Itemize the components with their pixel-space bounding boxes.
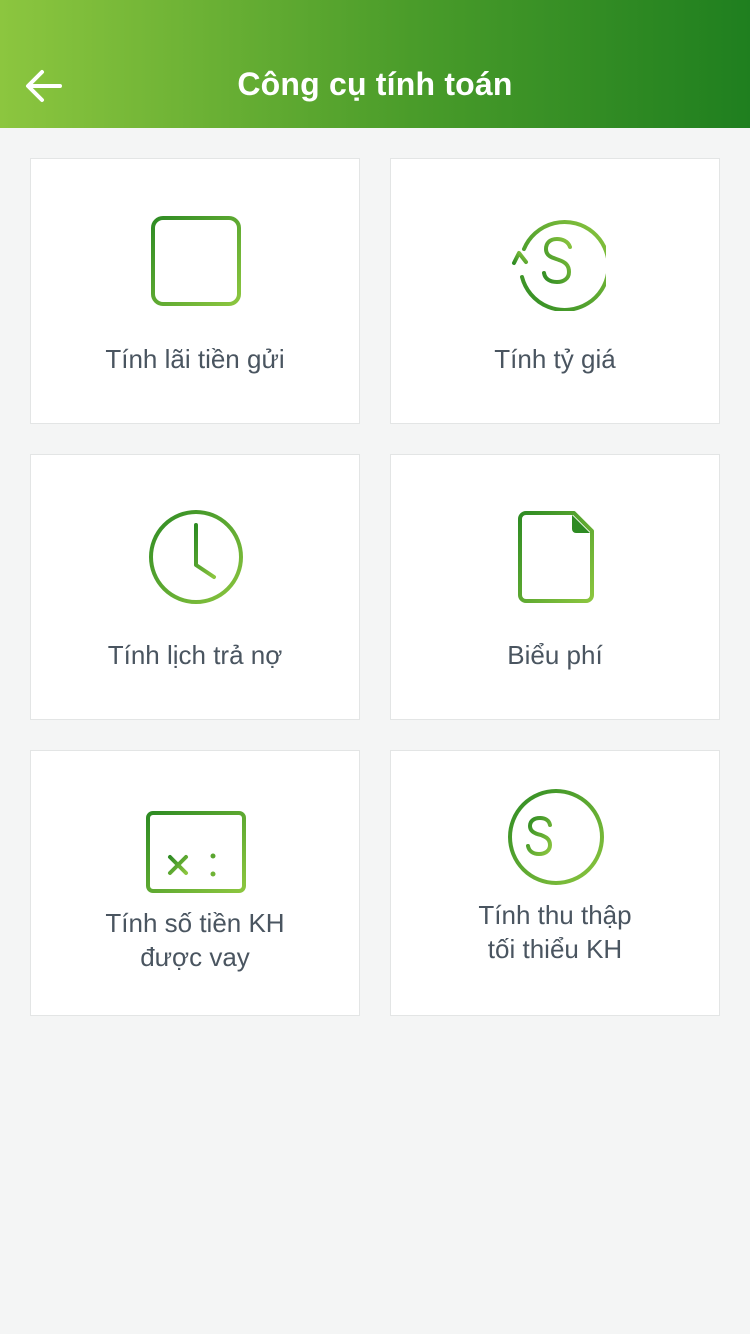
tile-fee-schedule[interactable]: Biểu phí xyxy=(390,454,720,720)
tile-exchange-rate[interactable]: Tính tỷ giá xyxy=(390,158,720,424)
tile-label-line-1: Tính số tiền KH xyxy=(105,908,285,938)
tile-minimum-income[interactable]: Tính thu thập tối thiểu KH xyxy=(390,750,720,1016)
tile-label-line-2: được vay xyxy=(140,942,250,972)
tile-label: Biểu phí xyxy=(507,640,603,670)
tile-loan-amount[interactable]: Tính số tiền KH được vay xyxy=(30,750,360,1016)
tile-label: Tính lãi tiền gửi xyxy=(105,344,285,374)
calendar-icon xyxy=(151,216,241,306)
tile-label-line-2: tối thiểu KH xyxy=(487,934,623,964)
calculator-icon xyxy=(146,811,246,893)
tile-label: Tính số tiền KH được vay xyxy=(41,906,349,974)
tool-grid: Tính lãi tiền gửi Tính tỷ giá Tính lịch … xyxy=(30,158,720,1016)
tile-repayment-schedule[interactable]: Tính lịch trả nợ xyxy=(30,454,360,720)
currency-exchange-icon xyxy=(512,220,606,311)
tile-label: Tính lịch trả nợ xyxy=(107,640,283,670)
tile-deposit-interest[interactable]: Tính lãi tiền gửi xyxy=(30,158,360,424)
money-calculation-icon xyxy=(508,789,604,885)
document-icon xyxy=(518,511,594,603)
tile-label-line-1: Tính thu thập xyxy=(478,900,632,930)
app-header: Công cụ tính toán xyxy=(0,0,750,128)
tile-label: Tính thu thập tối thiểu KH xyxy=(401,898,709,966)
page-title: Công cụ tính toán xyxy=(237,66,513,102)
clock-icon xyxy=(149,510,243,604)
tile-label: Tính tỷ giá xyxy=(494,344,616,374)
